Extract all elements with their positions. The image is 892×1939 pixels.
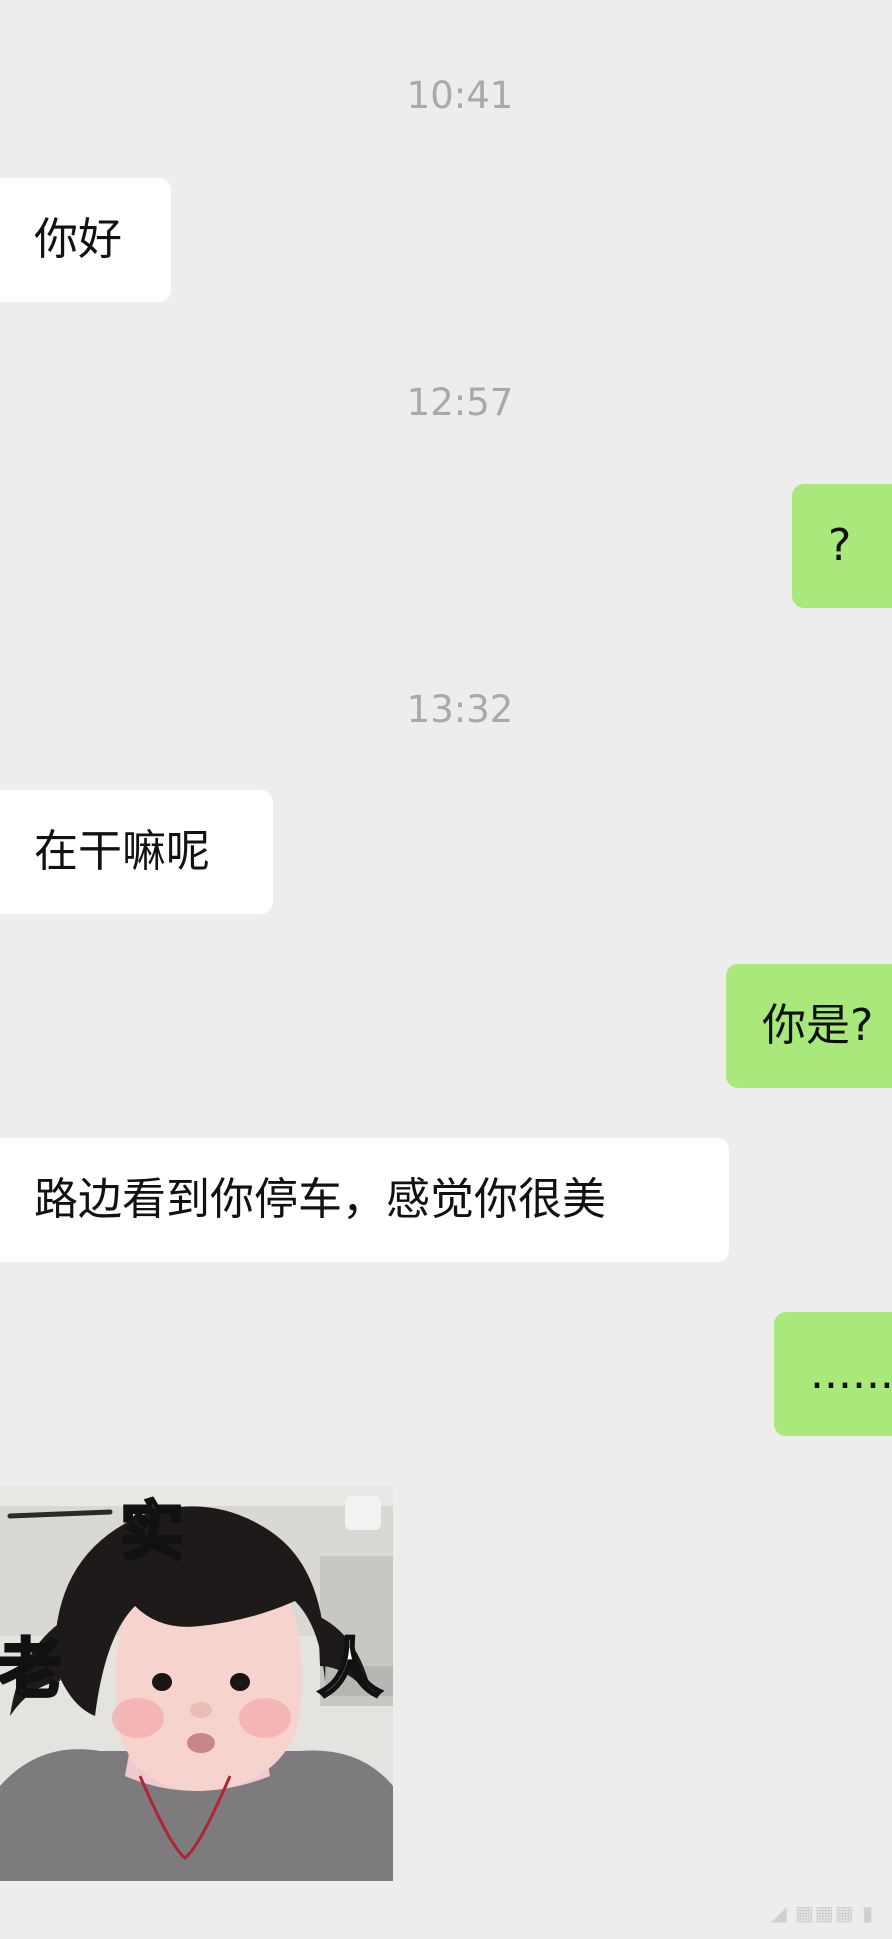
sticker-caption-right: 人	[318, 1633, 382, 1707]
weibo-watermark-icon: ◢ ▦▦▦ ▮	[771, 1901, 874, 1925]
incoming-message-bubble[interactable]: 你好	[0, 178, 171, 302]
timestamp: 13:32	[406, 688, 514, 731]
incoming-message-bubble[interactable]: 路边看到你停车，感觉你很美	[0, 1138, 729, 1262]
toddler-meme-sticker[interactable]: 实 老 人	[0, 1486, 393, 1881]
timestamp: 12:57	[406, 381, 514, 424]
sticker-caption-left: 老	[0, 1633, 62, 1707]
sticker-caption-top: 实	[120, 1496, 184, 1570]
incoming-message-bubble[interactable]: 在干嘛呢	[0, 790, 273, 914]
outgoing-message-bubble[interactable]: ......	[774, 1312, 892, 1436]
outgoing-message-bubble[interactable]: ?	[792, 484, 892, 608]
chat-conversation: 10:41 你好 12:57 ? 13:32 在干嘛呢 你是? 路边看到你停车，…	[0, 0, 892, 1939]
timestamp: 10:41	[406, 74, 514, 117]
outgoing-message-bubble[interactable]: 你是?	[726, 964, 892, 1088]
